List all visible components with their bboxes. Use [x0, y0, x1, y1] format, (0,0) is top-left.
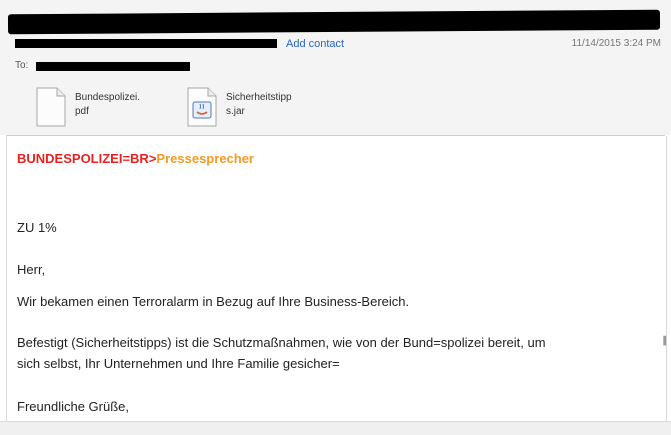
body-line: Befestigt (Sicherheitstipps) ist die Sch…: [17, 335, 546, 350]
scrollbar-handle[interactable]: ▐: [660, 336, 666, 345]
body-line: ZU 1%: [17, 220, 57, 235]
attachment-name: Bundespolizei. pdf: [75, 92, 141, 117]
pdf-file-icon: [36, 87, 66, 127]
email-timestamp: 11/14/2015 3:24 PM: [571, 38, 661, 49]
redacted-sender: [15, 39, 277, 48]
email-body-pane: ▐: [6, 136, 667, 421]
attachment-pdf[interactable]: Bundespolizei. pdf: [35, 87, 157, 127]
to-label: To:: [15, 60, 29, 71]
body-line: Freundliche Grüße,: [17, 399, 129, 414]
body-line: Wir bekamen einen Terroralarm in Bezug a…: [17, 294, 410, 309]
attachment-name: Sicherheitstipp s.jar: [226, 92, 292, 117]
email-subject: BUNDESPOLIZEI=BR>Pressesprecher: [17, 151, 254, 166]
redacted-subject: [7, 9, 661, 35]
footer-bar: [0, 421, 671, 435]
email-header: Add contact 11/14/2015 3:24 PM To: Bunde…: [0, 0, 671, 135]
body-line: sich selbst, Ihr Unternehmen und Ihre Fa…: [17, 356, 340, 371]
add-contact-link[interactable]: Add contact: [286, 38, 344, 50]
subject-sender: BUNDESPOLIZEI=BR: [17, 151, 149, 166]
attachment-jar[interactable]: Sicherheitstipp s.jar: [186, 87, 308, 127]
body-line: Herr,: [17, 262, 46, 277]
subject-role: Pressesprecher: [156, 151, 254, 166]
redacted-recipient: [36, 62, 190, 71]
java-file-icon: [187, 87, 217, 127]
